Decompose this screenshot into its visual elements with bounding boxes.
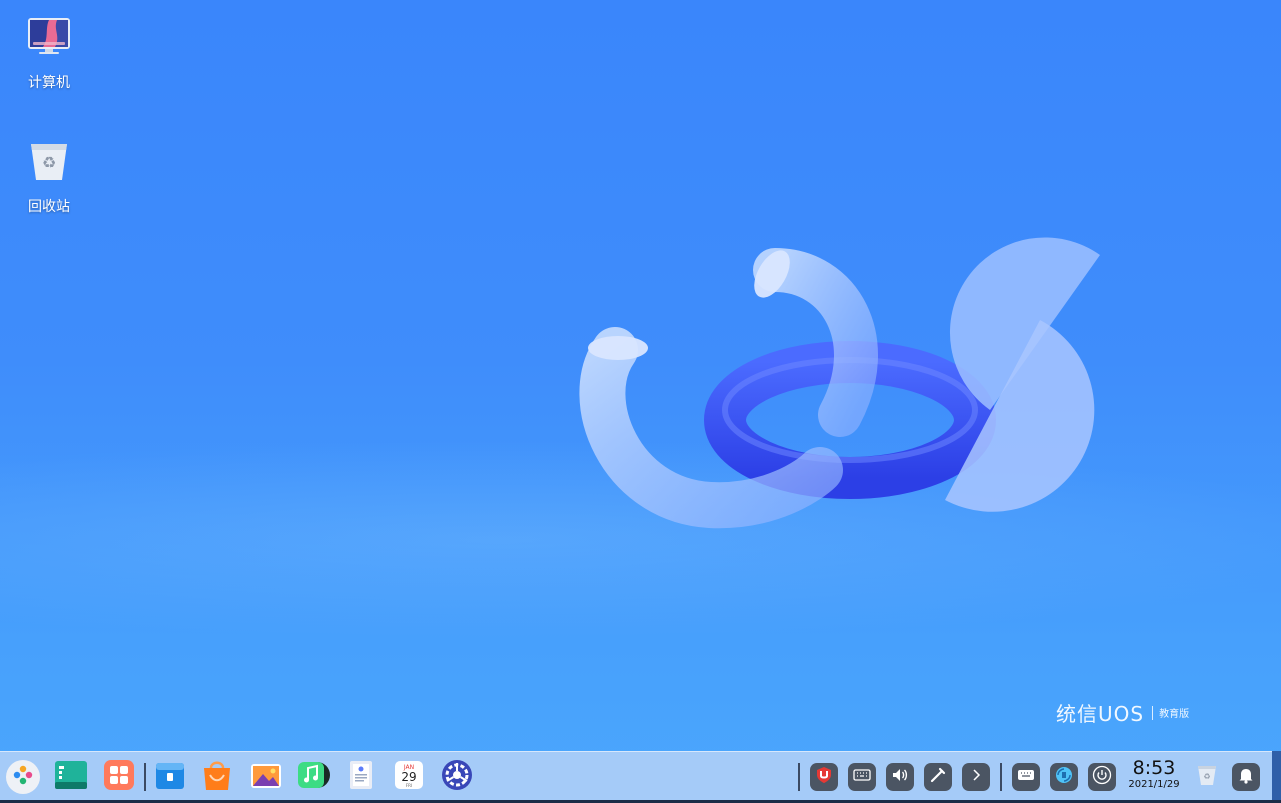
dock-launcher[interactable] <box>6 760 40 794</box>
desktop-icon-trash[interactable]: ♻ 回收站 <box>9 140 89 216</box>
screenshot-icon <box>928 765 948 789</box>
computer-icon <box>25 16 73 64</box>
terminal-icon <box>54 758 88 796</box>
multitask-view-icon <box>102 758 136 796</box>
desktop: 计算机 ♻ 回收站 统信UOS 教育版 <box>0 0 1281 751</box>
dock-app-multitask[interactable] <box>102 760 136 794</box>
network-icon <box>1054 765 1074 789</box>
clock[interactable]: 8:53 2021/1/29 <box>1126 758 1182 792</box>
control-center-icon <box>440 758 474 796</box>
file-manager-icon <box>153 758 187 796</box>
dock-trash-icon: ♻ <box>1194 762 1220 792</box>
expand-tray-icon <box>966 765 986 789</box>
desktop-icon-label: 回收站 <box>28 199 70 215</box>
trash-icon: ♻ <box>25 140 73 188</box>
dock-app-control-center[interactable] <box>440 760 474 794</box>
security-center-icon <box>814 765 834 789</box>
dock-edge <box>1272 751 1281 800</box>
clock-date: 2021/1/29 <box>1128 779 1180 790</box>
keyboard-layout-icon <box>1016 765 1036 789</box>
calendar-day: 29 <box>401 770 416 784</box>
tray-screenshot[interactable] <box>924 763 952 791</box>
clock-time: 8:53 <box>1132 757 1176 779</box>
tray-volume[interactable] <box>886 763 914 791</box>
dock-separator <box>1000 763 1002 791</box>
app-store-icon <box>200 758 234 796</box>
brand-divider <box>1152 705 1154 720</box>
document-viewer-icon <box>344 758 378 796</box>
notification-bell-icon <box>1236 765 1256 789</box>
brand-name: 统信UOS <box>1056 702 1145 726</box>
dock-app-document-viewer[interactable] <box>344 760 378 794</box>
calendar-weekday: FRI <box>406 783 412 788</box>
tray-network[interactable] <box>1050 763 1078 791</box>
volume-icon <box>890 765 910 789</box>
desktop-icon-computer[interactable]: 计算机 <box>9 16 89 92</box>
tray-keyboard-layout[interactable] <box>1012 763 1040 791</box>
onboard-keyboard-icon <box>852 765 872 789</box>
wallpaper-artwork <box>579 237 1100 529</box>
dock-app-image-viewer[interactable] <box>249 760 283 794</box>
power-icon <box>1092 765 1112 789</box>
svg-text:♻: ♻ <box>1203 772 1210 781</box>
os-brand: 统信UOS 教育版 <box>1056 698 1189 727</box>
tray-security-center[interactable] <box>810 763 838 791</box>
dock-app-file-manager[interactable] <box>153 760 187 794</box>
music-icon <box>296 758 330 796</box>
dock-app-terminal[interactable] <box>54 760 88 794</box>
desktop-icon-label: 计算机 <box>28 75 70 91</box>
dock-app-music[interactable] <box>296 760 330 794</box>
tray-onboard-keyboard[interactable] <box>848 763 876 791</box>
svg-text:♻: ♻ <box>42 153 56 172</box>
brand-edition: 教育版 <box>1159 709 1190 720</box>
launcher-icon <box>10 762 36 792</box>
tray-power[interactable] <box>1088 763 1116 791</box>
calendar-icon: JAN 29 FRI <box>392 758 426 796</box>
dock-separator <box>144 763 146 791</box>
tray-expand[interactable] <box>962 763 990 791</box>
dock-separator <box>798 763 800 791</box>
image-viewer-icon <box>249 758 283 796</box>
dock: JAN 29 FRI 8:53 2021/1/29 ♻ <box>0 751 1272 801</box>
dock-app-calendar[interactable]: JAN 29 FRI <box>392 760 426 794</box>
tray-notification[interactable] <box>1232 763 1260 791</box>
dock-trash[interactable]: ♻ <box>1192 760 1222 794</box>
dock-app-store[interactable] <box>200 760 234 794</box>
